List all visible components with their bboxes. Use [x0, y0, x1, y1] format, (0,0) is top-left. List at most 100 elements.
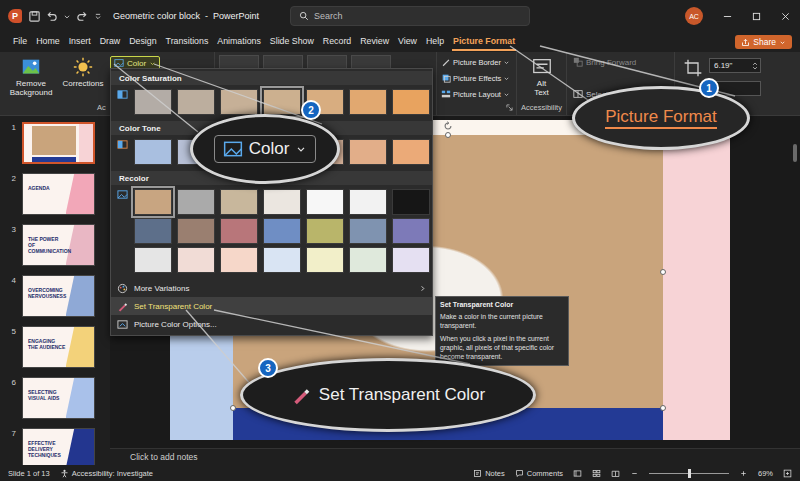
ribbon-tab[interactable]: View — [397, 33, 418, 51]
color-swatch[interactable] — [220, 247, 258, 273]
style-thumbnail[interactable] — [351, 55, 391, 69]
zoom-out-icon[interactable] — [630, 469, 639, 478]
slide-thumbnail-row[interactable]: 3 THE POWER OF COMMUNICATION — [0, 224, 110, 275]
height-field[interactable]: 6.19" — [709, 58, 761, 73]
color-swatch[interactable] — [134, 139, 172, 165]
picture-style-button[interactable]: Picture Border — [439, 55, 516, 69]
alt-text-button[interactable]: Alt Text — [527, 55, 557, 103]
slide-thumbnail-row[interactable]: 2 AGENDA — [0, 173, 110, 224]
share-button[interactable]: Share — [735, 35, 792, 49]
ribbon-tab[interactable]: Animations — [216, 33, 262, 51]
reading-view-icon[interactable] — [611, 469, 620, 478]
menu-item[interactable]: Picture Color Options... — [111, 315, 432, 333]
color-swatch[interactable] — [306, 247, 344, 273]
color-swatch[interactable] — [134, 247, 172, 273]
scrollbar-thumb[interactable] — [793, 144, 797, 162]
style-thumbnail[interactable] — [307, 55, 347, 69]
styles-gallery[interactable] — [219, 55, 432, 69]
customize-toolbar-icon[interactable] — [93, 10, 103, 23]
dialog-launcher-icon[interactable] — [506, 104, 513, 111]
menu-item[interactable]: More Variations — [111, 279, 432, 297]
picture-style-button[interactable]: Picture Layout — [439, 87, 516, 101]
accessibility-status[interactable]: Accessibility: Investigate — [60, 469, 153, 478]
maximize-button[interactable] — [742, 0, 771, 32]
spinner-icon[interactable] — [752, 61, 758, 71]
color-swatch[interactable] — [263, 218, 301, 244]
minimize-button[interactable] — [713, 0, 742, 32]
color-swatch[interactable] — [263, 89, 301, 115]
color-swatch[interactable] — [392, 247, 430, 273]
redo-icon[interactable] — [76, 10, 89, 23]
color-swatch[interactable] — [177, 189, 215, 215]
color-swatch[interactable] — [306, 218, 344, 244]
color-swatch[interactable] — [349, 218, 387, 244]
notes-pane[interactable]: Click to add notes — [110, 448, 800, 465]
color-swatch[interactable] — [263, 247, 301, 273]
color-swatch[interactable] — [177, 218, 215, 244]
resize-handle[interactable] — [660, 269, 666, 275]
resize-handle[interactable] — [445, 132, 451, 138]
color-swatch[interactable] — [263, 189, 301, 215]
color-swatch[interactable] — [134, 189, 172, 215]
crop-icon[interactable] — [683, 58, 703, 78]
color-swatch[interactable] — [349, 89, 387, 115]
search-box[interactable]: Search — [290, 6, 530, 26]
normal-view-icon[interactable] — [573, 469, 582, 478]
user-avatar[interactable]: AC — [685, 7, 703, 25]
color-swatch[interactable] — [220, 218, 258, 244]
zoom-slider-thumb[interactable] — [688, 469, 691, 478]
slide-thumbnail[interactable]: AGENDA — [22, 173, 95, 215]
color-swatch[interactable] — [134, 218, 172, 244]
powerpoint-logo[interactable]: P — [8, 9, 22, 23]
remove-background-button[interactable]: Remove Background — [6, 55, 56, 103]
ribbon-tab[interactable]: Picture Format — [452, 33, 516, 51]
undo-icon[interactable] — [45, 10, 58, 23]
style-thumbnail[interactable] — [219, 55, 259, 69]
menu-item[interactable]: Set Transparent Color — [111, 297, 432, 315]
slide-thumbnail[interactable] — [22, 122, 95, 164]
slide-thumbnail[interactable]: ENGAGING THE AUDIENCE — [22, 326, 95, 368]
color-swatch[interactable] — [392, 189, 430, 215]
notes-button[interactable]: Notes — [473, 469, 505, 478]
color-swatch[interactable] — [392, 139, 430, 165]
color-swatch[interactable] — [349, 189, 387, 215]
slide-thumbnail[interactable]: SELECTING VISUAL AIDS — [22, 377, 95, 419]
vertical-scrollbar[interactable] — [790, 116, 800, 448]
slide-thumbnail-row[interactable]: 5 ENGAGING THE AUDIENCE — [0, 326, 110, 377]
comments-button[interactable]: Comments — [515, 469, 563, 478]
color-swatch[interactable] — [349, 139, 387, 165]
slide-thumbnail-row[interactable]: 6 SELECTING VISUAL AIDS — [0, 377, 110, 428]
fit-to-window-icon[interactable] — [783, 469, 792, 478]
slide-thumbnail[interactable]: OVERCOMING NERVOUSNESS — [22, 275, 95, 317]
slide-thumbnail[interactable]: THE POWER OF COMMUNICATION — [22, 224, 95, 266]
ribbon-tab[interactable]: Transitions — [165, 33, 210, 51]
ribbon-tab[interactable]: Insert — [68, 33, 92, 51]
undo-menu-chevron-icon[interactable] — [62, 10, 72, 23]
close-button[interactable] — [771, 0, 800, 32]
ribbon-tab[interactable]: File — [12, 33, 28, 51]
resize-handle[interactable] — [660, 405, 666, 411]
color-swatch[interactable] — [177, 247, 215, 273]
zoom-slider[interactable] — [649, 473, 729, 474]
ribbon-tab[interactable]: Help — [425, 33, 445, 51]
color-swatch[interactable] — [177, 89, 215, 115]
rotate-handle-icon[interactable] — [443, 121, 453, 131]
picture-style-button[interactable]: Picture Effects — [439, 71, 516, 85]
ribbon-tab[interactable]: Design — [128, 33, 157, 51]
bring-forward-button[interactable]: Bring Forward — [570, 55, 674, 69]
ribbon-tab[interactable]: Slide Show — [269, 33, 315, 51]
zoom-in-icon[interactable] — [739, 469, 748, 478]
resize-handle[interactable] — [230, 405, 236, 411]
slide-thumbnail-row[interactable]: 4 OVERCOMING NERVOUSNESS — [0, 275, 110, 326]
color-swatch[interactable] — [220, 89, 258, 115]
color-swatch[interactable] — [306, 189, 344, 215]
color-swatch[interactable] — [220, 189, 258, 215]
slide-thumbnail-row[interactable]: 1 — [0, 122, 110, 173]
ribbon-tab[interactable]: Draw — [99, 33, 122, 51]
slide-sorter-icon[interactable] — [592, 469, 601, 478]
ribbon-tab[interactable]: Review — [359, 33, 390, 51]
ribbon-tab[interactable]: Home — [35, 33, 60, 51]
save-icon[interactable] — [28, 10, 41, 23]
style-thumbnail[interactable] — [263, 55, 303, 69]
color-swatch[interactable] — [349, 247, 387, 273]
